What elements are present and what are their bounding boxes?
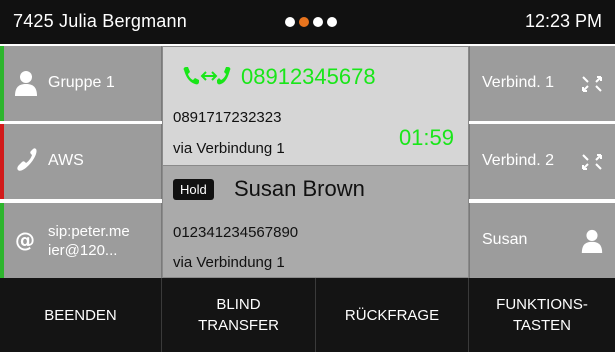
key-label-line1: sip:peter.me [48, 223, 130, 240]
key-susan[interactable]: Susan [469, 203, 615, 278]
connect-arrows-icon [582, 154, 602, 170]
key-label: Verbind. 1 [482, 74, 555, 91]
softkey-label-line2: TRANSFER [198, 317, 279, 334]
status-header: 7425 Julia Bergmann 12:23 PM [0, 0, 615, 44]
status-bar-green [0, 46, 4, 121]
softkey-label: BEENDEN [44, 306, 117, 324]
end-call-button[interactable]: BEENDEN [0, 278, 162, 352]
page-dot[interactable] [327, 17, 337, 27]
right-function-keys: Verbind. 1 Verbind. 2 Susan [469, 46, 615, 278]
key-gruppe-1[interactable]: Gruppe 1 [0, 46, 162, 121]
key-label: Susan [482, 231, 528, 248]
softkey-label-line1: BLIND [216, 296, 261, 313]
key-label: AWS [48, 152, 84, 169]
key-label: Gruppe 1 [48, 74, 115, 91]
active-call-icon [183, 67, 231, 85]
via-connection: via Verbindung 1 [173, 254, 285, 271]
via-connection: via Verbindung 1 [173, 140, 285, 157]
key-label: sip:peter.me ier@120... [48, 222, 130, 260]
softkey-bar: BEENDEN BLIND TRANSFER RÜCKFRAGE FUNKTIO… [0, 278, 615, 352]
page-dot-active[interactable] [299, 17, 309, 27]
softkey-label-line2: TASTEN [512, 317, 572, 334]
phone-screen: 7425 Julia Bergmann 12:23 PM Gruppe 1 AW… [0, 0, 615, 352]
page-dot[interactable] [285, 17, 295, 27]
call-duration: 01:59 [398, 125, 454, 150]
call-area: 08912345678 0891717232323 via Verbindung… [162, 46, 469, 278]
active-call-number: 08912345678 [241, 64, 376, 89]
key-verbind-1[interactable]: Verbind. 1 [469, 46, 615, 121]
left-function-keys: Gruppe 1 AWS @ sip:peter.me ier@120... [0, 46, 162, 278]
blind-transfer-button[interactable]: BLIND TRANSFER [162, 278, 316, 352]
function-keys-button[interactable]: FUNKTIONS- TASTEN [469, 278, 615, 352]
clock: 12:23 PM [524, 11, 602, 31]
svg-text:@: @ [15, 228, 35, 252]
page-indicator [285, 17, 337, 27]
at-sign-icon: @ [15, 228, 35, 252]
softkey-label: FUNKTIONS- TASTEN [496, 294, 588, 336]
softkey-label: BLIND TRANSFER [198, 294, 279, 336]
consult-button[interactable]: RÜCKFRAGE [316, 278, 469, 352]
hold-badge: Hold [173, 179, 214, 200]
handset-icon [17, 148, 37, 171]
held-call-name: Susan Brown [234, 176, 365, 201]
status-bar-green [0, 203, 4, 278]
line-owner: 7425 Julia Bergmann [13, 11, 187, 31]
held-call[interactable]: Hold Susan Brown 012341234567890 via Ver… [162, 166, 469, 278]
connect-arrows-icon [582, 76, 602, 92]
active-call[interactable]: 08912345678 0891717232323 via Verbindung… [162, 46, 469, 166]
status-bar-red [0, 124, 4, 199]
page-dot[interactable] [313, 17, 323, 27]
held-call-number: 012341234567890 [173, 224, 299, 241]
caller-number: 0891717232323 [173, 109, 282, 126]
key-label-line2: ier@120... [48, 242, 118, 259]
key-verbind-2[interactable]: Verbind. 2 [469, 124, 615, 199]
key-sip-peter[interactable]: @ sip:peter.me ier@120... [0, 203, 162, 278]
key-aws[interactable]: AWS [0, 124, 162, 199]
person-icon [581, 229, 603, 253]
person-icon [15, 71, 37, 96]
softkey-label: RÜCKFRAGE [344, 306, 440, 324]
softkey-label-line1: FUNKTIONS- [496, 296, 588, 313]
key-label: Verbind. 2 [482, 152, 555, 169]
